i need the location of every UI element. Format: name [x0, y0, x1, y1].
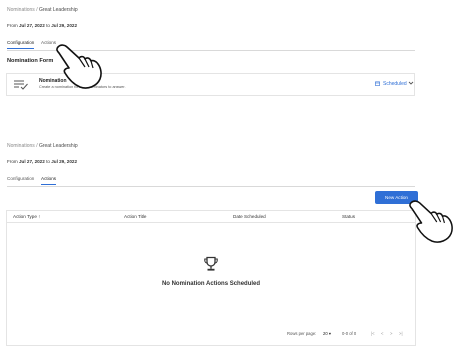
tab-bar: Configuration Actions: [7, 176, 415, 187]
date-range: From Jul 27, 2022 to Jul 29, 2022: [7, 23, 77, 28]
configuration-view: Nominations / Great Leadership From Jul …: [0, 0, 468, 107]
calendar-icon: [375, 81, 380, 86]
column-action-title[interactable]: Action Title: [124, 214, 146, 219]
column-status[interactable]: Status: [342, 214, 355, 219]
rows-per-page-label: Rows per page:: [287, 331, 317, 336]
chevron-down-icon[interactable]: [408, 80, 414, 86]
breadcrumb-current: Great Leadership: [38, 7, 78, 13]
breadcrumb: Nominations / Great Leadership: [7, 7, 78, 13]
next-page-button[interactable]: >: [390, 331, 392, 336]
tab-actions[interactable]: Actions: [41, 40, 56, 48]
rows-per-page-select[interactable]: 20 ▾: [323, 331, 331, 336]
breadcrumb-root[interactable]: Nominations: [7, 7, 35, 13]
tab-configuration[interactable]: Configuration: [7, 40, 35, 49]
column-date-scheduled[interactable]: Date Scheduled: [233, 214, 266, 219]
column-action-type[interactable]: Action Type ↑: [13, 214, 41, 219]
sort-arrow-icon: ↑: [38, 214, 41, 219]
status-badge[interactable]: Scheduled: [375, 81, 407, 87]
actions-view: Nominations / Great Leadership From Jul …: [0, 138, 468, 352]
pagination-range: 0-0 of 0: [342, 331, 357, 336]
empty-state-message: No Nomination Actions Scheduled: [161, 281, 261, 287]
breadcrumb-root[interactable]: Nominations: [7, 143, 35, 149]
tab-configuration[interactable]: Configuration: [7, 176, 34, 184]
table-header: Action Type ↑ Action Title Date Schedule…: [7, 211, 415, 223]
tab-actions[interactable]: Actions: [41, 176, 57, 185]
list-check-icon: [14, 80, 28, 90]
breadcrumb-current: Great Leadership: [38, 143, 78, 149]
prev-page-button[interactable]: <: [381, 331, 383, 336]
pointer-hand-icon: [56, 44, 102, 89]
section-title: Nomination Form: [7, 58, 54, 64]
trophy-icon: [204, 256, 218, 271]
breadcrumb: Nominations / Great Leadership: [7, 143, 78, 149]
actions-table: Action Type ↑ Action Title Date Schedule…: [6, 210, 416, 346]
pointer-hand-icon: [409, 200, 453, 243]
first-page-button[interactable]: |<: [371, 331, 375, 336]
last-page-button[interactable]: >|: [399, 331, 403, 336]
date-range: From Jul 27, 2022 to Jul 29, 2022: [7, 159, 77, 164]
